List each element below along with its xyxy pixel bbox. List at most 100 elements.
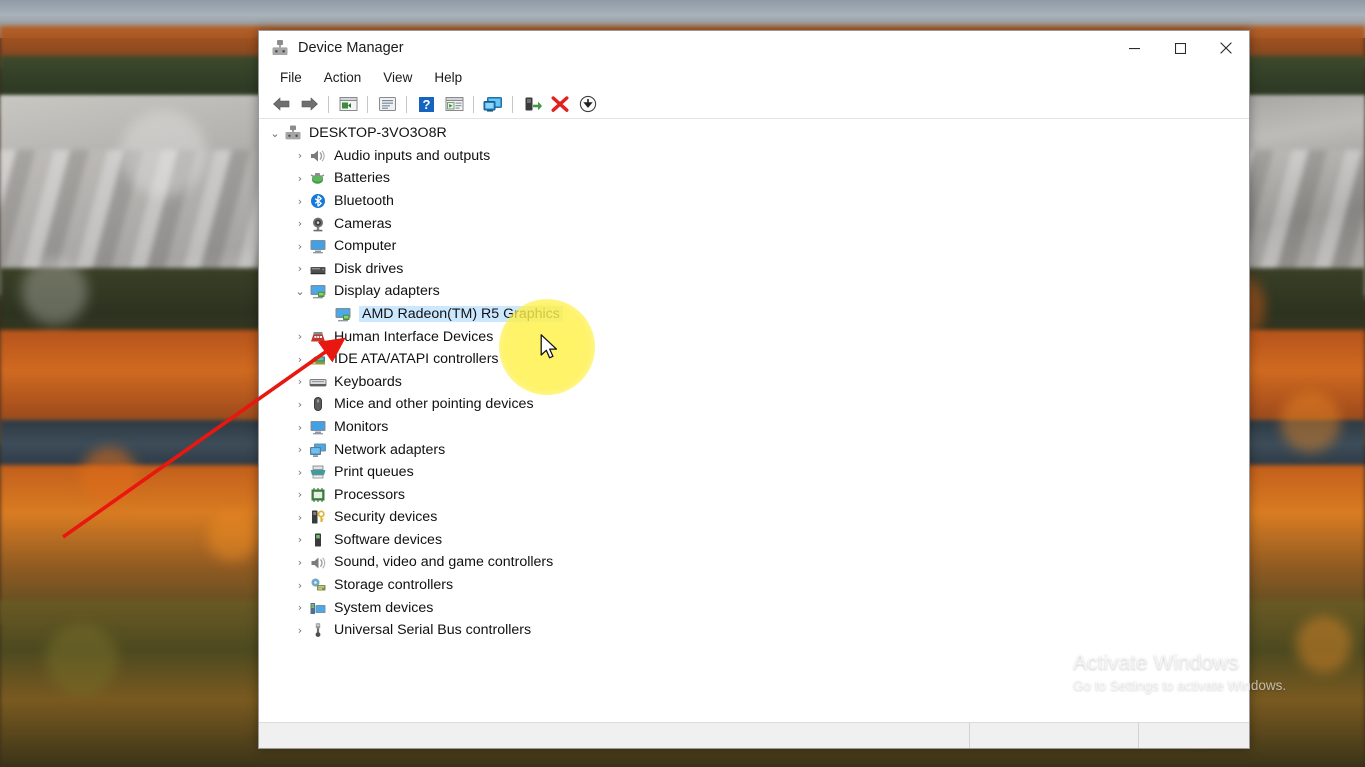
toolbar-separator xyxy=(512,95,513,113)
tree-row-network-adapters[interactable]: › Network adapters xyxy=(259,438,1249,461)
device-manager-window[interactable]: Device Manager File Action View Help ? ⌄… xyxy=(258,30,1250,749)
menu-view[interactable]: View xyxy=(372,68,423,87)
install-legacy-hardware-icon[interactable] xyxy=(574,92,602,116)
usb-controller-icon xyxy=(309,622,327,638)
tree-row-storage-controllers[interactable]: › Storage controllers xyxy=(259,574,1249,597)
tree-item-label: Audio inputs and outputs xyxy=(334,147,491,164)
chevron-right-icon[interactable]: › xyxy=(292,217,308,230)
tree-row-print-queues[interactable]: › Print queues xyxy=(259,461,1249,484)
speaker-icon xyxy=(309,148,327,164)
tree-row-batteries[interactable]: › Batteries xyxy=(259,167,1249,190)
hid-icon xyxy=(309,329,327,345)
tree-row-audio-inputs-and-outputs[interactable]: › Audio inputs and outputs xyxy=(259,145,1249,168)
bluetooth-icon xyxy=(309,193,327,209)
disk-drive-icon xyxy=(309,261,327,277)
svg-text:?: ? xyxy=(422,97,430,112)
camera-icon xyxy=(309,216,327,232)
status-cell-b xyxy=(970,723,1139,748)
tree-row-mice-and-other-pointing-devices[interactable]: › Mice and other pointing devices xyxy=(259,393,1249,416)
tree-row-computer[interactable]: › Computer xyxy=(259,235,1249,258)
enable-device-icon[interactable] xyxy=(518,92,546,116)
tree-row-root[interactable]: ⌄ DESKTOP-3VO3O8R xyxy=(259,122,1249,145)
tree-row-cameras[interactable]: › Cameras xyxy=(259,212,1249,235)
storage-controller-icon xyxy=(309,577,327,593)
menu-action[interactable]: Action xyxy=(313,68,373,87)
chevron-right-icon[interactable]: › xyxy=(292,330,308,343)
chevron-right-icon[interactable]: › xyxy=(292,601,308,614)
chevron-down-icon[interactable]: ⌄ xyxy=(267,127,283,140)
chevron-right-icon[interactable]: › xyxy=(292,511,308,524)
tree-row-display-adapters[interactable]: ⌄ Display adapters xyxy=(259,280,1249,303)
toolbar-separator xyxy=(367,95,368,113)
scan-for-hardware-changes-icon[interactable] xyxy=(479,92,507,116)
tree-item-label: Cameras xyxy=(334,215,392,232)
back-icon[interactable] xyxy=(267,92,295,116)
chevron-right-icon[interactable]: › xyxy=(292,488,308,501)
tree-row-system-devices[interactable]: › System devices xyxy=(259,596,1249,619)
chevron-right-icon[interactable]: › xyxy=(292,443,308,456)
tree-item-label: IDE ATA/ATAPI controllers xyxy=(334,351,499,368)
tree-row-human-interface-devices[interactable]: › Human Interface Devices xyxy=(259,325,1249,348)
tree-row-keyboards[interactable]: › Keyboards xyxy=(259,371,1249,394)
chevron-right-icon[interactable]: › xyxy=(292,262,308,275)
chevron-right-icon[interactable]: › xyxy=(292,149,308,162)
chevron-right-icon[interactable]: › xyxy=(292,533,308,546)
tree-row-disk-drives[interactable]: › Disk drives xyxy=(259,258,1249,281)
ide-controller-icon xyxy=(309,351,327,367)
chevron-right-icon[interactable]: › xyxy=(292,421,308,434)
minimize-button[interactable] xyxy=(1111,31,1157,65)
toolbar[interactable]: ? xyxy=(259,90,1249,119)
show-hide-console-tree-icon[interactable] xyxy=(334,92,362,116)
chevron-right-icon[interactable]: › xyxy=(292,624,308,637)
chevron-right-icon[interactable]: › xyxy=(292,353,308,366)
chevron-right-icon[interactable]: › xyxy=(292,195,308,208)
security-device-icon xyxy=(309,509,327,525)
chevron-right-icon[interactable]: › xyxy=(292,172,308,185)
chevron-down-icon[interactable]: ⌄ xyxy=(292,285,308,298)
tree-row-amd-radeon-tm-r5-graphics[interactable]: AMD Radeon(TM) R5 Graphics xyxy=(259,303,1249,326)
tree-row-monitors[interactable]: › Monitors xyxy=(259,416,1249,439)
system-device-icon xyxy=(309,600,327,616)
tree-row-bluetooth[interactable]: › Bluetooth xyxy=(259,190,1249,213)
tree-row-ide-ata-atapi-controllers[interactable]: › IDE ATA/ATAPI controllers xyxy=(259,348,1249,371)
title-bar[interactable]: Device Manager xyxy=(259,31,1249,65)
update-driver-icon[interactable] xyxy=(440,92,468,116)
tree-item-label: Keyboards xyxy=(334,373,402,390)
status-bar xyxy=(259,722,1249,748)
tree-item-label: Human Interface Devices xyxy=(334,328,494,345)
chevron-right-icon[interactable]: › xyxy=(292,579,308,592)
close-button[interactable] xyxy=(1203,31,1249,65)
tree-row-processors[interactable]: › Processors xyxy=(259,484,1249,507)
software-device-icon xyxy=(309,532,327,548)
graphics-card-icon xyxy=(334,306,352,322)
menu-bar[interactable]: File Action View Help xyxy=(259,65,1249,90)
toolbar-separator xyxy=(473,95,474,113)
tree-item-label: Bluetooth xyxy=(334,192,394,209)
tree-row-software-devices[interactable]: › Software devices xyxy=(259,529,1249,552)
chevron-right-icon[interactable]: › xyxy=(292,398,308,411)
uninstall-device-icon[interactable] xyxy=(546,92,574,116)
tree-row-security-devices[interactable]: › Security devices xyxy=(259,506,1249,529)
forward-icon[interactable] xyxy=(295,92,323,116)
processor-icon xyxy=(309,487,327,503)
maximize-button[interactable] xyxy=(1157,31,1203,65)
menu-file[interactable]: File xyxy=(269,68,313,87)
tree-item-label: Display adapters xyxy=(334,283,440,300)
chevron-right-icon[interactable]: › xyxy=(292,375,308,388)
tree-item-label: Storage controllers xyxy=(334,577,454,594)
properties-icon[interactable] xyxy=(373,92,401,116)
chevron-right-icon[interactable]: › xyxy=(292,466,308,479)
tree-label-root: DESKTOP-3VO3O8R xyxy=(309,125,447,142)
chevron-right-icon[interactable]: › xyxy=(292,556,308,569)
chevron-right-icon[interactable]: › xyxy=(292,240,308,253)
tree-row-sound-video-and-game-controllers[interactable]: › Sound, video and game controllers xyxy=(259,551,1249,574)
battery-icon xyxy=(309,170,327,186)
printer-icon xyxy=(309,464,327,480)
menu-help[interactable]: Help xyxy=(423,68,473,87)
help-icon[interactable]: ? xyxy=(412,92,440,116)
tree-item-label: Sound, video and game controllers xyxy=(334,554,554,571)
tree-row-universal-serial-bus-controllers[interactable]: › Universal Serial Bus controllers xyxy=(259,619,1249,642)
network-adapter-icon xyxy=(309,442,327,458)
device-tree[interactable]: ⌄ DESKTOP-3VO3O8R › Audio inputs and outp… xyxy=(259,119,1249,722)
tree-item-list[interactable]: › Audio inputs and outputs › Batteries › Blue… xyxy=(259,145,1249,642)
